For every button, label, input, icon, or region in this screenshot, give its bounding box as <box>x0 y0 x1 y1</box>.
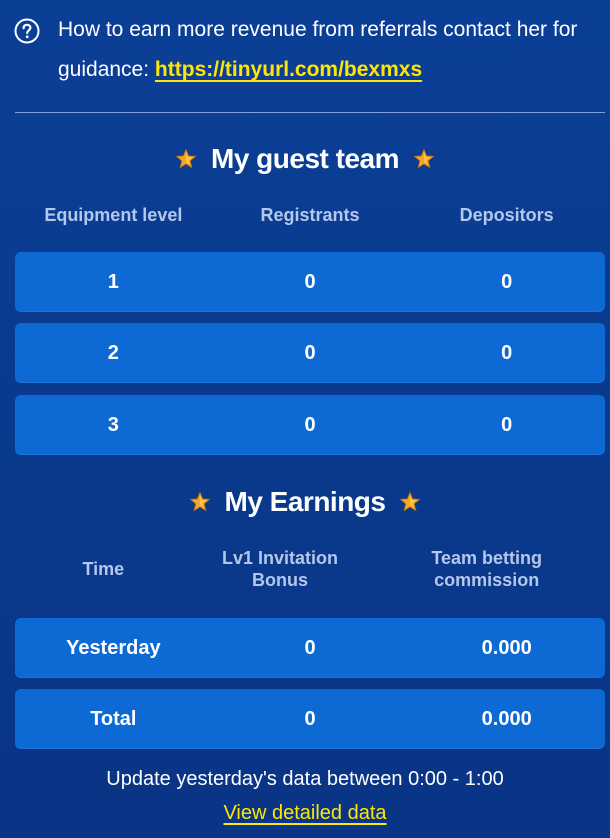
referral-info: How to earn more revenue from referrals … <box>14 10 594 90</box>
star-icon <box>188 491 211 512</box>
time-cell: Yesterday <box>66 636 161 659</box>
view-detailed-data-link[interactable]: View detailed data <box>223 802 386 824</box>
column-header: Depositors <box>459 205 554 225</box>
column-header: Team betting commission <box>431 548 543 590</box>
guest-team-title-text: My guest team <box>211 143 400 174</box>
update-note: Update yesterday's data between 0:00 - 1… <box>106 768 504 790</box>
column-header: Registrants <box>260 205 360 225</box>
registrants-cell: 0 <box>304 413 316 436</box>
star-icon <box>399 491 422 512</box>
column-header: Equipment level <box>44 205 183 225</box>
column-header: Lv1 Invitation Bonus <box>222 548 339 590</box>
footer-link-wrap: View detailed data <box>0 802 610 825</box>
table-row: 3 0 0 <box>15 395 605 455</box>
earnings-title: My Earnings <box>0 486 610 518</box>
level-cell: 2 <box>107 341 119 364</box>
commission-cell: 0.000 <box>481 636 532 659</box>
table-row: Yesterday 0 0.000 <box>15 618 605 678</box>
registrants-cell: 0 <box>304 341 316 364</box>
column-header: Time <box>82 559 125 579</box>
info-message: How to earn more revenue from referrals … <box>58 10 594 90</box>
registrants-cell: 0 <box>304 270 316 293</box>
depositors-cell: 0 <box>501 341 513 364</box>
help-circle-icon[interactable] <box>14 18 40 44</box>
invitation-bonus-cell: 0 <box>304 636 316 659</box>
depositors-cell: 0 <box>501 413 513 436</box>
star-icon <box>413 148 435 169</box>
depositors-cell: 0 <box>501 270 513 293</box>
table-row: Total 0 0.000 <box>15 689 605 749</box>
level-cell: 3 <box>107 413 119 436</box>
earnings-title-text: My Earnings <box>224 486 386 517</box>
guidance-link[interactable]: https://tinyurl.com/bexmxs <box>155 58 422 81</box>
time-cell: Total <box>90 707 137 730</box>
earnings-header: Time Lv1 Invitation Bonus Team betting c… <box>15 546 605 592</box>
star-icon <box>175 148 197 169</box>
level-cell: 1 <box>107 270 119 293</box>
invitation-bonus-cell: 0 <box>304 707 316 730</box>
guest-team-title: My guest team <box>0 143 610 175</box>
table-row: 2 0 0 <box>15 323 605 383</box>
commission-cell: 0.000 <box>481 707 532 730</box>
divider <box>15 112 605 113</box>
guest-team-header: Equipment level Registrants Depositors <box>15 203 605 227</box>
table-row: 1 0 0 <box>15 252 605 312</box>
